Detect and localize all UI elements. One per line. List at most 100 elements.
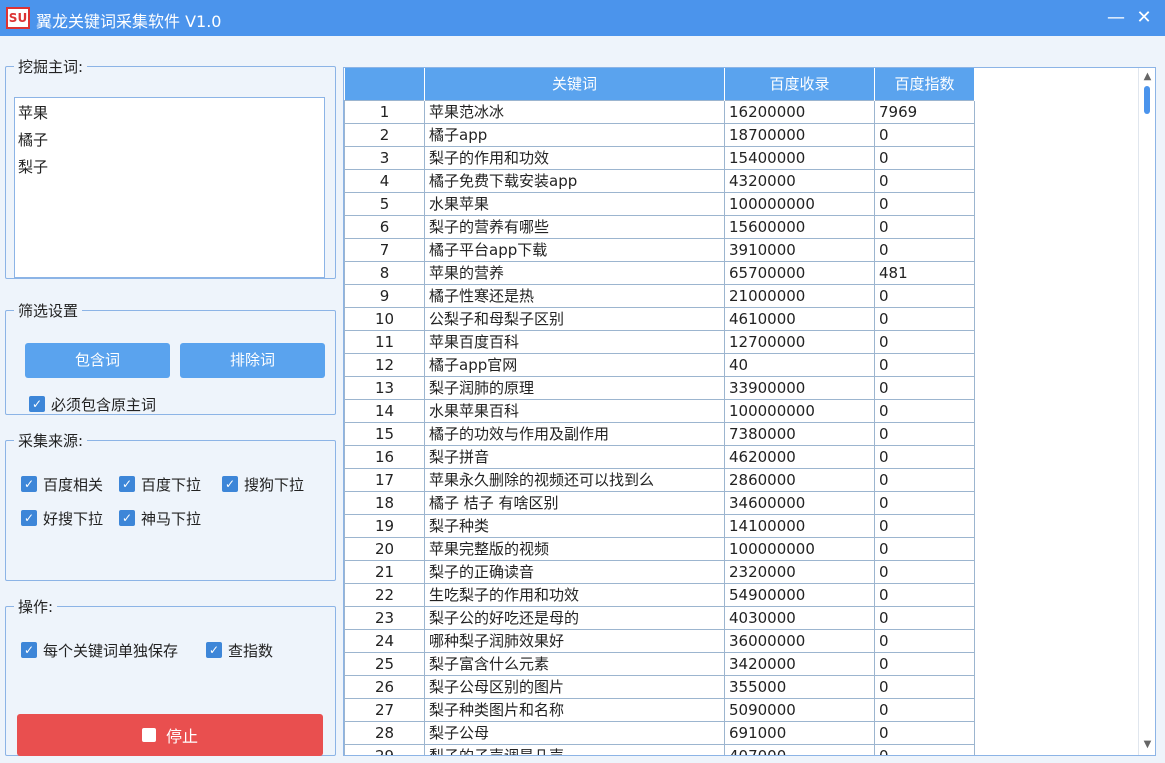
cell-keyword: 梨子公母区别的图片 — [424, 674, 725, 699]
seed-keywords-textarea[interactable]: 苹果 橘子 梨子 — [14, 97, 325, 278]
source-baidu-dropdown-checkbox[interactable]: ✓ 百度下拉 — [119, 473, 201, 495]
table-row[interactable]: 25 梨子富含什么元素 3420000 0 — [344, 651, 975, 676]
cell-keyword: 公梨子和母梨子区别 — [424, 306, 725, 331]
column-header-keyword[interactable]: 关键词 — [424, 68, 725, 100]
must-contain-seed-checkbox[interactable]: ✓ 必须包含原主词 — [29, 393, 156, 415]
table-row[interactable]: 13 梨子润肺的原理 33900000 0 — [344, 375, 975, 400]
scroll-down-icon[interactable]: ▼ — [1139, 738, 1156, 752]
cell-baidu-index: 0 — [874, 628, 975, 653]
table-row[interactable]: 9 橘子性寒还是热 21000000 0 — [344, 283, 975, 308]
exclude-words-button[interactable]: 排除词 — [180, 343, 325, 378]
cell-index: 4 — [344, 168, 425, 193]
cell-baidu-indexed: 18700000 — [724, 122, 875, 147]
table-row[interactable]: 29 梨子的子声调是几声 407000 0 — [344, 743, 975, 755]
table-scrollbar[interactable]: ▲ ▼ — [1138, 68, 1155, 755]
minimize-button[interactable]: — — [1104, 6, 1128, 30]
source-baidu-related-checkbox[interactable]: ✓ 百度相关 — [21, 473, 103, 495]
cell-index: 16 — [344, 444, 425, 469]
cell-baidu-index: 0 — [874, 421, 975, 446]
table-row[interactable]: 5 水果苹果 100000000 0 — [344, 191, 975, 216]
cell-index: 26 — [344, 674, 425, 699]
cell-index: 8 — [344, 260, 425, 285]
cell-baidu-index: 0 — [874, 444, 975, 469]
table-row[interactable]: 3 梨子的作用和功效 15400000 0 — [344, 145, 975, 170]
checkbox-checked-icon: ✓ — [21, 510, 37, 526]
table-row[interactable]: 22 生吃梨子的作用和功效 54900000 0 — [344, 582, 975, 607]
cell-baidu-index: 481 — [874, 260, 975, 285]
source-label: 搜狗下拉 — [244, 475, 305, 494]
stop-button[interactable]: 停止 — [17, 714, 323, 756]
table-row[interactable]: 14 水果苹果百科 100000000 0 — [344, 398, 975, 423]
app-logo-icon: SU — [6, 7, 30, 29]
save-each-keyword-checkbox[interactable]: ✓ 每个关键词单独保存 — [21, 639, 178, 661]
cell-baidu-index: 0 — [874, 329, 975, 354]
cell-baidu-index: 0 — [874, 674, 975, 699]
source-sogou-dropdown-checkbox[interactable]: ✓ 搜狗下拉 — [222, 473, 304, 495]
cell-keyword: 苹果完整版的视频 — [424, 536, 725, 561]
cell-keyword: 梨子公的好吃还是母的 — [424, 605, 725, 630]
cell-keyword: 苹果永久删除的视频还可以找到么 — [424, 467, 725, 492]
cell-baidu-indexed: 21000000 — [724, 283, 875, 308]
cell-baidu-indexed: 5090000 — [724, 697, 875, 722]
source-label: 百度下拉 — [141, 475, 202, 494]
close-button[interactable]: ✕ — [1132, 6, 1156, 30]
cell-keyword: 梨子的正确读音 — [424, 559, 725, 584]
table-row[interactable]: 28 梨子公母 691000 0 — [344, 720, 975, 745]
cell-baidu-indexed: 16200000 — [724, 99, 875, 124]
cell-index: 17 — [344, 467, 425, 492]
table-row[interactable]: 27 梨子种类图片和名称 5090000 0 — [344, 697, 975, 722]
cell-baidu-indexed: 65700000 — [724, 260, 875, 285]
cell-baidu-index: 0 — [874, 237, 975, 262]
column-header-baidu-indexed[interactable]: 百度收录 — [724, 68, 875, 100]
cell-baidu-index: 0 — [874, 743, 975, 755]
table-row[interactable]: 4 橘子免费下载安装app 4320000 0 — [344, 168, 975, 193]
table-row[interactable]: 2 橘子app 18700000 0 — [344, 122, 975, 147]
cell-keyword: 梨子润肺的原理 — [424, 375, 725, 400]
table-row[interactable]: 24 哪种梨子润肺效果好 36000000 0 — [344, 628, 975, 653]
check-index-checkbox[interactable]: ✓ 查指数 — [206, 639, 273, 661]
cell-baidu-index: 0 — [874, 145, 975, 170]
results-table-panel[interactable]: 关键词 百度收录 百度指数 1 苹果范冰冰 16200000 7969 2 橘子app 18… — [343, 67, 1156, 756]
table-row[interactable]: 6 梨子的营养有哪些 15600000 0 — [344, 214, 975, 239]
table-row[interactable]: 11 苹果百度百科 12700000 0 — [344, 329, 975, 354]
table-row[interactable]: 21 梨子的正确读音 2320000 0 — [344, 559, 975, 584]
column-header-index[interactable] — [344, 68, 425, 100]
cell-baidu-index: 0 — [874, 191, 975, 216]
table-row[interactable]: 18 橘子 桔子 有啥区别 34600000 0 — [344, 490, 975, 515]
include-words-button[interactable]: 包含词 — [25, 343, 170, 378]
source-label: 百度相关 — [43, 475, 104, 494]
cell-index: 15 — [344, 421, 425, 446]
cell-keyword: 梨子的作用和功效 — [424, 145, 725, 170]
scroll-up-icon[interactable]: ▲ — [1139, 70, 1156, 84]
column-header-baidu-index[interactable]: 百度指数 — [874, 68, 975, 100]
cell-keyword: 梨子富含什么元素 — [424, 651, 725, 676]
cell-index: 5 — [344, 191, 425, 216]
table-row[interactable]: 20 苹果完整版的视频 100000000 0 — [344, 536, 975, 561]
cell-baidu-indexed: 2860000 — [724, 467, 875, 492]
table-row[interactable]: 26 梨子公母区别的图片 355000 0 — [344, 674, 975, 699]
cell-baidu-indexed: 33900000 — [724, 375, 875, 400]
table-row[interactable]: 12 橘子app官网 40 0 — [344, 352, 975, 377]
scroll-thumb[interactable] — [1144, 86, 1150, 114]
cell-baidu-index: 0 — [874, 214, 975, 239]
cell-baidu-indexed: 12700000 — [724, 329, 875, 354]
source-haosou-dropdown-checkbox[interactable]: ✓ 好搜下拉 — [21, 507, 103, 529]
cell-keyword: 苹果的营养 — [424, 260, 725, 285]
table-row[interactable]: 23 梨子公的好吃还是母的 4030000 0 — [344, 605, 975, 630]
table-row[interactable]: 10 公梨子和母梨子区别 4610000 0 — [344, 306, 975, 331]
table-row[interactable]: 8 苹果的营养 65700000 481 — [344, 260, 975, 285]
source-shenma-dropdown-checkbox[interactable]: ✓ 神马下拉 — [119, 507, 201, 529]
cell-baidu-indexed: 15400000 — [724, 145, 875, 170]
table-row[interactable]: 1 苹果范冰冰 16200000 7969 — [344, 99, 975, 124]
cell-baidu-index: 0 — [874, 605, 975, 630]
cell-keyword: 苹果范冰冰 — [424, 99, 725, 124]
cell-baidu-index: 0 — [874, 122, 975, 147]
table-row[interactable]: 19 梨子种类 14100000 0 — [344, 513, 975, 538]
table-row[interactable]: 7 橘子平台app下载 3910000 0 — [344, 237, 975, 262]
cell-index: 18 — [344, 490, 425, 515]
table-row[interactable]: 16 梨子拼音 4620000 0 — [344, 444, 975, 469]
cell-keyword: 梨子拼音 — [424, 444, 725, 469]
table-row[interactable]: 17 苹果永久删除的视频还可以找到么 2860000 0 — [344, 467, 975, 492]
table-row[interactable]: 15 橘子的功效与作用及副作用 7380000 0 — [344, 421, 975, 446]
checkbox-checked-icon: ✓ — [119, 476, 135, 492]
